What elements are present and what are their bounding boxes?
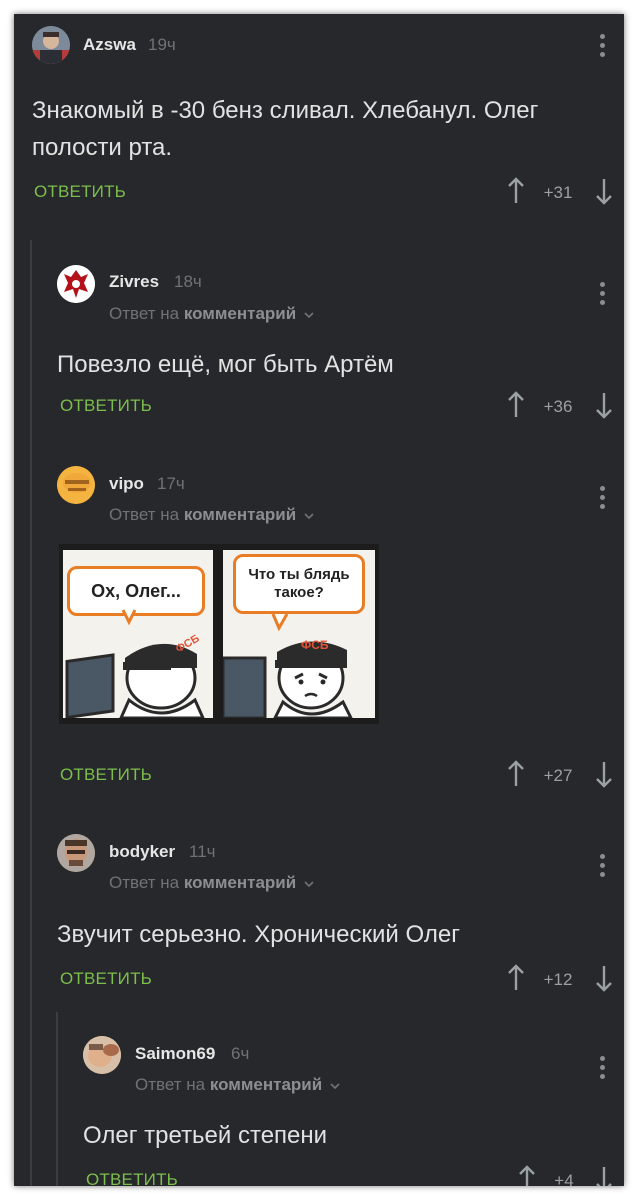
reply-to-target: комментарий bbox=[183, 873, 297, 892]
reply-button[interactable]: ОТВЕТИТЬ bbox=[60, 765, 152, 785]
meme-panel-left: Ох, Олег... ФСБ bbox=[63, 550, 213, 718]
downvote-arrow-icon[interactable] bbox=[594, 760, 614, 788]
cap-label: ФСБ bbox=[301, 638, 329, 652]
comment-text: Знакомый в -30 бенз сливал. Хлебанул. Ол… bbox=[32, 97, 539, 161]
avatar[interactable] bbox=[83, 1036, 121, 1074]
reply-button[interactable]: ОТВЕТИТЬ bbox=[34, 182, 126, 202]
downvote-arrow-icon[interactable] bbox=[594, 391, 614, 419]
reply-to-prefix: Ответ на bbox=[109, 873, 180, 892]
reply-to[interactable]: Ответ на комментарий bbox=[109, 873, 314, 893]
comment-zivres: Zivres 18ч Ответ на комментарий Повезло … bbox=[14, 240, 624, 430]
more-vertical-icon[interactable] bbox=[600, 34, 606, 61]
meme-character-illustration bbox=[223, 613, 353, 718]
comments-screen: Azswa 19ч Знакомый в -30 бенз сливал. Хл… bbox=[14, 14, 624, 1186]
timestamp: 18ч bbox=[174, 272, 202, 291]
more-vertical-icon[interactable] bbox=[600, 486, 606, 513]
reply-to-prefix: Ответ на bbox=[109, 304, 180, 323]
upvote-arrow-icon[interactable] bbox=[506, 760, 526, 788]
reply-to-target: комментарий bbox=[209, 1075, 323, 1094]
upvote-arrow-icon[interactable] bbox=[506, 964, 526, 992]
avatar[interactable] bbox=[57, 265, 95, 303]
comment-text: Олег третьей степени bbox=[83, 1122, 328, 1149]
downvote-arrow-icon[interactable] bbox=[594, 177, 614, 205]
username[interactable]: Azswa bbox=[83, 35, 136, 55]
vote-score: +31 bbox=[543, 183, 573, 202]
avatar[interactable] bbox=[57, 834, 95, 872]
reply-button[interactable]: ОТВЕТИТЬ bbox=[86, 1170, 178, 1186]
reply-to[interactable]: Ответ на комментарий bbox=[109, 505, 314, 525]
meme-panel-right: Что ты блядь такое? ФСБ bbox=[223, 550, 375, 718]
timestamp: 6ч bbox=[231, 1044, 250, 1063]
timestamp: 19ч bbox=[148, 35, 176, 54]
vote-score: +36 bbox=[543, 397, 573, 416]
reply-to-prefix: Ответ на bbox=[109, 505, 180, 524]
reply-button[interactable]: ОТВЕТИТЬ bbox=[60, 396, 152, 416]
downvote-arrow-icon[interactable] bbox=[594, 964, 614, 992]
upvote-arrow-icon[interactable] bbox=[506, 391, 526, 419]
username[interactable]: bodyker bbox=[109, 842, 175, 862]
chevron-down-icon bbox=[304, 312, 314, 319]
timestamp: 11ч bbox=[189, 842, 216, 861]
reply-to-target: комментарий bbox=[183, 505, 297, 524]
chevron-down-icon bbox=[304, 881, 314, 888]
username[interactable]: Saimon69 bbox=[135, 1044, 215, 1064]
comment-image[interactable]: Ох, Олег... ФСБ Что ты блядь такое? ФСБ bbox=[59, 544, 379, 724]
upvote-arrow-icon[interactable] bbox=[506, 177, 526, 205]
downvote-arrow-icon[interactable] bbox=[594, 1165, 614, 1186]
avatar[interactable] bbox=[57, 466, 95, 504]
reply-to[interactable]: Ответ на комментарий bbox=[135, 1075, 340, 1095]
more-vertical-icon[interactable] bbox=[600, 282, 606, 309]
vote-score: +12 bbox=[543, 970, 573, 989]
reply-to-target: комментарий bbox=[183, 304, 297, 323]
reply-button[interactable]: ОТВЕТИТЬ bbox=[60, 969, 152, 989]
avatar[interactable] bbox=[32, 26, 70, 64]
comment-bodyker: bodyker 11ч Ответ на комментарий Звучит … bbox=[14, 810, 624, 1006]
vote-score: +27 bbox=[543, 766, 573, 785]
comment-text: Повезло ещё, мог быть Артём bbox=[57, 351, 394, 378]
comment-text: Звучит серьезно. Хронический Олег bbox=[57, 921, 460, 948]
reply-to-prefix: Ответ на bbox=[135, 1075, 206, 1094]
comment-saimon69: Saimon69 6ч Ответ на комментарий Олег тр… bbox=[14, 1012, 624, 1186]
comment-azswa: Azswa 19ч Знакомый в -30 бенз сливал. Хл… bbox=[14, 14, 624, 234]
vote-score: +4 bbox=[554, 1171, 574, 1186]
chevron-down-icon bbox=[330, 1083, 340, 1090]
comment-vipo: vipo 17ч Ответ на комментарий Ох, Олег..… bbox=[14, 442, 624, 802]
timestamp: 17ч bbox=[157, 474, 185, 493]
more-vertical-icon[interactable] bbox=[600, 1056, 606, 1083]
username[interactable]: vipo bbox=[109, 474, 144, 494]
more-vertical-icon[interactable] bbox=[600, 854, 606, 881]
username[interactable]: Zivres bbox=[109, 272, 159, 292]
chevron-down-icon bbox=[304, 513, 314, 520]
upvote-arrow-icon[interactable] bbox=[517, 1165, 537, 1186]
reply-to[interactable]: Ответ на комментарий bbox=[109, 304, 314, 324]
